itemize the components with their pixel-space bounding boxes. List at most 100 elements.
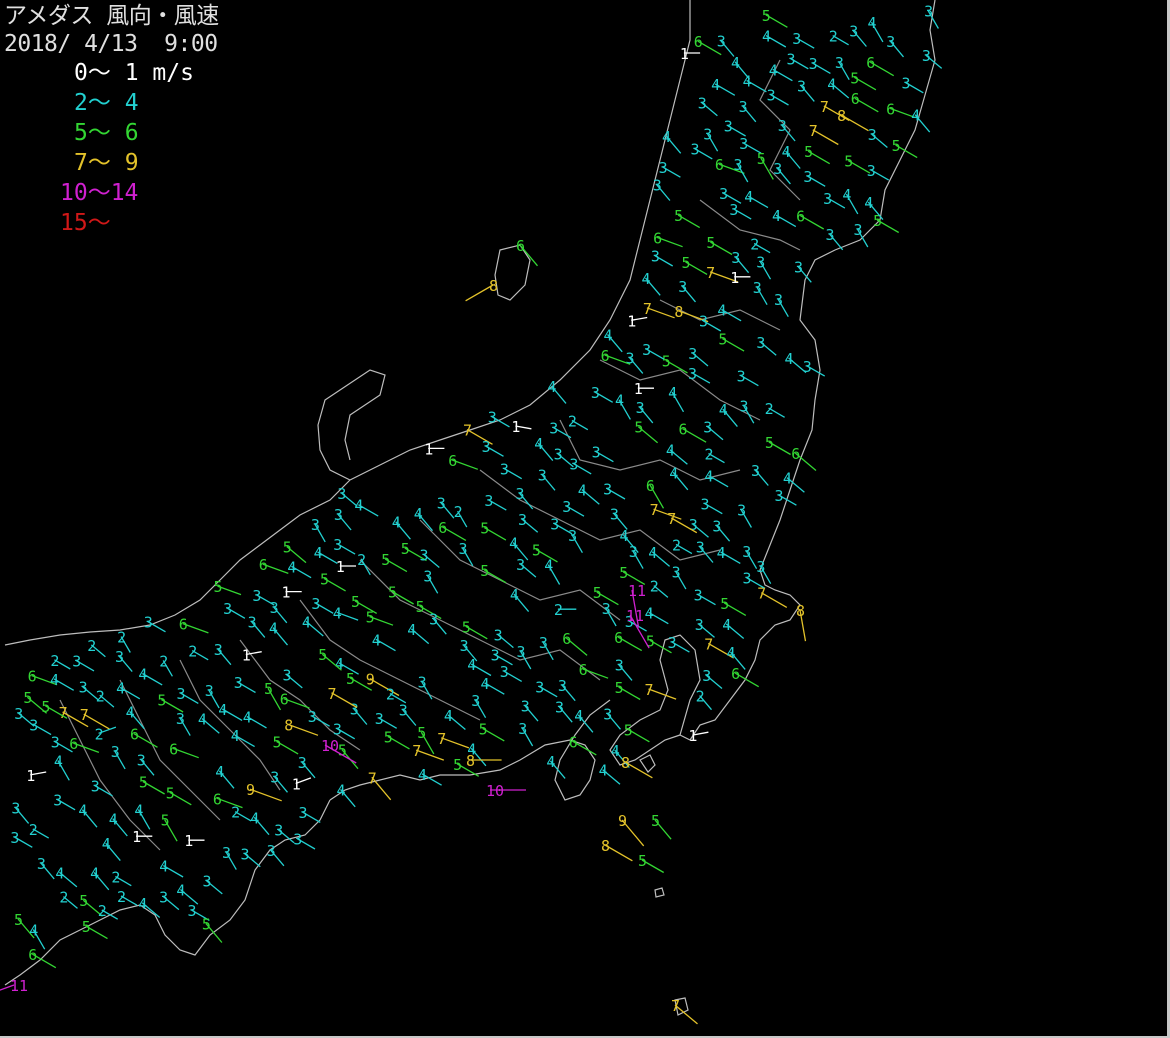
wind-speed-label: 1: [424, 440, 433, 458]
wind-speed-label: 3: [10, 829, 19, 847]
wind-station: 4: [78, 802, 98, 828]
wind-speed-label: 3: [603, 706, 612, 724]
wind-speed-label: 3: [797, 78, 806, 96]
wind-speed-label: 5: [674, 207, 683, 225]
wind-station: 7: [650, 501, 682, 520]
wind-station: 9: [618, 812, 645, 847]
wind-station: 6: [851, 90, 879, 113]
wind-speed-label: 3: [234, 674, 243, 692]
wind-speed-label: 2: [554, 601, 563, 619]
wind-speed-label: 6: [259, 556, 268, 574]
wind-speed-label: 5: [706, 234, 715, 252]
wind-speed-label: 2: [650, 578, 659, 596]
wind-speed-label: 4: [711, 76, 720, 94]
wind-speed-label: 5: [757, 150, 766, 168]
wind-station: 5: [720, 595, 747, 616]
wind-speed-label: 4: [198, 711, 207, 729]
wind-speed-label: 3: [688, 345, 697, 363]
wind-station: 3: [724, 118, 746, 137]
wind-station: 3: [214, 641, 232, 666]
wind-speed-label: 4: [785, 350, 794, 368]
wind-station: 3: [701, 495, 723, 515]
wind-speed-label: 5: [615, 679, 624, 697]
wind-station: 5: [480, 562, 507, 584]
wind-station: 4: [54, 753, 70, 781]
wind-station: 3: [538, 467, 556, 491]
wind-station: 7: [645, 681, 677, 700]
wind-station: 7: [809, 122, 839, 146]
wind-speed-label: 4: [744, 188, 753, 206]
wind-station: 1: [132, 828, 153, 846]
wind-speed-label: 4: [444, 707, 453, 725]
coastline-layer: [4, 0, 936, 1016]
wind-station: 3: [756, 334, 777, 356]
wind-speed-label: 8: [466, 752, 475, 770]
wind-speed-label: 3: [488, 409, 497, 427]
wind-speed-label: 5: [762, 7, 771, 25]
wind-station: 3: [518, 511, 539, 533]
wind-speed-label: 3: [554, 446, 563, 464]
wind-speed-label: 3: [743, 570, 752, 588]
wind-station: 4: [666, 442, 688, 465]
wind-speed-label: 3: [333, 536, 342, 554]
wind-speed-label: 7: [704, 635, 713, 653]
wind-speed-label: 4: [645, 604, 654, 622]
wind-speed-label: 3: [298, 754, 307, 772]
wind-station: 3: [626, 350, 644, 374]
wind-speed-label: 3: [137, 752, 146, 770]
wind-speed-label: 3: [653, 177, 662, 195]
wind-speed-label: 4: [704, 467, 713, 485]
wind-station: 3: [756, 253, 772, 280]
wind-speed-label: 3: [241, 846, 250, 864]
wind-speed-label: 3: [610, 506, 619, 524]
wind-speed-label: 6: [438, 519, 447, 537]
wind-station: 5: [638, 852, 665, 874]
wind-station: 5: [662, 352, 688, 374]
wind-speed-label: 2: [159, 652, 168, 670]
wind-station: 3: [375, 710, 398, 729]
wind-speed-label: 1: [730, 269, 739, 287]
wind-station: 3: [111, 743, 126, 770]
wind-speed-label: 3: [774, 291, 783, 309]
wind-station: 3: [518, 720, 534, 747]
wind-station: 4: [198, 711, 220, 734]
wind-station: 5: [161, 812, 178, 842]
wind-station: 3: [773, 160, 791, 185]
wind-speed-label: 3: [11, 800, 20, 818]
wind-speed-label: 4: [481, 675, 490, 693]
wind-speed-label: 3: [753, 279, 762, 297]
wind-speed-label: 5: [139, 774, 148, 792]
wind-speed-label: 4: [414, 505, 423, 523]
wind-station: 5: [338, 742, 359, 770]
wind-speed-label: 3: [283, 667, 292, 685]
wind-speed-label: 3: [535, 679, 544, 697]
wind-station: 4: [648, 544, 671, 567]
wind-station: 4: [29, 922, 46, 950]
wind-station: 3: [311, 595, 334, 614]
wind-speed-label: 4: [510, 586, 519, 604]
wind-station: 2: [95, 725, 117, 743]
wind-station: 4: [668, 384, 685, 413]
wind-station: 3: [592, 443, 614, 463]
wind-speed-label: 4: [138, 666, 147, 684]
wind-station: 3: [922, 47, 943, 69]
wind-speed-label: 3: [809, 55, 818, 73]
wind-station: 3: [672, 563, 687, 590]
wind-speed-label: 5: [416, 598, 425, 616]
wind-speed-label: 5: [638, 852, 647, 870]
wind-speed-label: 10: [486, 782, 504, 800]
wind-station: 3: [867, 162, 890, 181]
wind-speed-label: 3: [538, 467, 547, 485]
wind-speed-label: 5: [351, 593, 360, 611]
wind-station: 2: [765, 400, 785, 418]
wind-speed-label: 8: [621, 754, 630, 772]
wind-speed-label: 3: [868, 126, 877, 144]
wind-station: 3: [696, 539, 714, 563]
wind-speed-label: 3: [460, 637, 469, 655]
wind-station: 5: [762, 7, 788, 28]
wind-station: 3: [629, 543, 644, 569]
wind-speed-label: 3: [773, 160, 782, 178]
wind-station: 5: [765, 434, 791, 456]
wind-station: 6: [614, 629, 643, 652]
wind-speed-label: 3: [702, 667, 711, 685]
